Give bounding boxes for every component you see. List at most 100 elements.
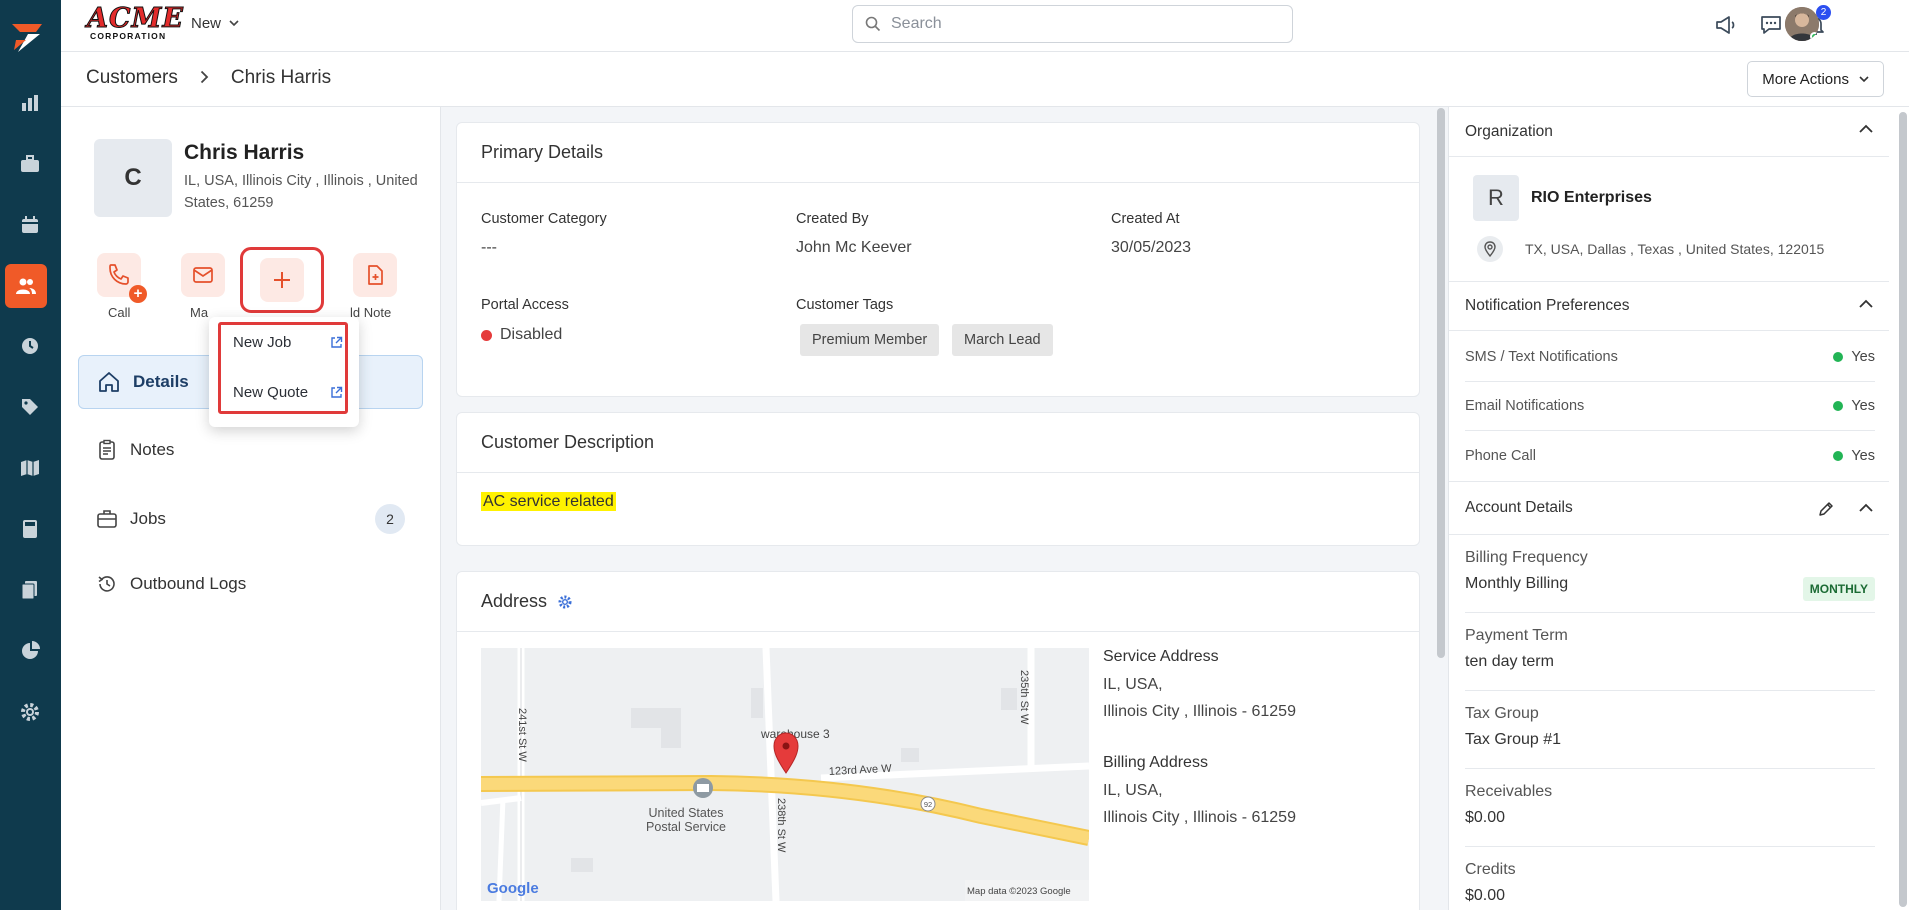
chat-icon[interactable]	[1757, 11, 1785, 39]
sms-notifications-status: Yes	[1833, 349, 1875, 365]
mail-label: Ma	[190, 305, 209, 320]
menu-item-new-job[interactable]: New Job	[233, 334, 343, 351]
customer-address: IL, USA, Illinois City , Illinois , Unit…	[184, 173, 418, 211]
billing-address-label: Billing Address	[1103, 754, 1208, 771]
nav-outbound-logs[interactable]: Outbound Logs	[78, 557, 423, 611]
call-label: Call	[108, 305, 131, 320]
right-panel-scrollbar[interactable]	[1899, 112, 1907, 907]
search-box[interactable]	[852, 5, 1293, 43]
customers-icon[interactable]	[5, 264, 47, 308]
portal-access-status: Disabled	[481, 326, 562, 344]
service-address-line2: Illinois City , Illinois - 61259	[1103, 703, 1296, 720]
add-new-button[interactable]	[240, 247, 324, 313]
status-dot-icon	[1833, 352, 1844, 362]
home-icon	[99, 372, 119, 392]
gear-icon[interactable]	[557, 594, 573, 610]
tax-group-label: Tax Group	[1465, 705, 1539, 722]
chevron-down-icon	[1859, 75, 1869, 82]
menu-item-new-quote[interactable]: New Quote	[233, 384, 343, 401]
plus-icon	[274, 272, 290, 288]
chevron-right-icon	[200, 68, 209, 89]
pencil-icon[interactable]	[1818, 501, 1834, 517]
settings-icon[interactable]	[11, 693, 49, 731]
left-rail	[0, 0, 61, 910]
megaphone-icon[interactable]	[1712, 11, 1740, 39]
add-new-menu: New Job New Quote	[209, 317, 359, 427]
documents-icon[interactable]	[11, 571, 49, 609]
brand-logo[interactable]: ACME CORPORATION	[87, 4, 184, 41]
tag-premium-member: Premium Member	[800, 324, 940, 356]
payment-term-block: Payment Term ten day term	[1465, 613, 1875, 691]
mail-button[interactable]	[181, 253, 225, 297]
chevron-up-icon[interactable]	[1859, 299, 1873, 308]
organization-header[interactable]: Organization	[1449, 107, 1889, 157]
credits-block: Credits $0.00	[1465, 847, 1875, 910]
jobs-count-badge: 2	[375, 504, 405, 534]
receivables-block: Receivables $0.00	[1465, 769, 1875, 847]
new-dropdown-label: New	[191, 15, 222, 32]
clipboard-icon	[99, 439, 115, 460]
right-panel: Organization R RIO Enterprises TX, USA, …	[1448, 107, 1909, 910]
external-link-icon	[331, 386, 343, 398]
customer-description-highlight: AC service related	[481, 492, 616, 511]
status-dot-icon	[1833, 401, 1844, 411]
more-actions-label: More Actions	[1762, 70, 1849, 88]
pie-chart-icon[interactable]	[11, 632, 49, 670]
google-logo: Google	[487, 880, 539, 897]
map-icon[interactable]	[11, 449, 49, 487]
breadcrumb-customers[interactable]: Customers	[86, 67, 178, 89]
call-button[interactable]: +	[97, 253, 147, 303]
notification-preferences-header[interactable]: Notification Preferences	[1449, 281, 1889, 331]
service-address-label: Service Address	[1103, 648, 1219, 665]
calendar-icon[interactable]	[11, 206, 49, 244]
plus-badge-icon: +	[129, 285, 147, 303]
account-details-title: Account Details	[1465, 499, 1573, 516]
email-notifications-value: Yes	[1851, 398, 1875, 414]
search-input[interactable]	[891, 15, 1271, 33]
customer-description-text: AC service related	[481, 492, 616, 511]
account-details-header[interactable]: Account Details	[1449, 481, 1889, 535]
note-add-icon	[368, 265, 383, 285]
online-status-dot	[1810, 32, 1819, 41]
breadcrumb: Customers Chris Harris	[86, 67, 331, 89]
calculator-icon[interactable]	[11, 510, 49, 548]
map-label-usps-2: Postal Service	[646, 820, 726, 834]
receivables-value: $0.00	[1465, 809, 1506, 826]
chevron-down-icon	[229, 20, 239, 27]
mail-icon	[193, 267, 213, 283]
customer-name: Chris Harris	[184, 141, 305, 164]
nav-notes-label: Notes	[130, 440, 175, 459]
content-scrollbar[interactable]	[1437, 108, 1445, 658]
notification-row-sms: SMS / Text Notifications Yes	[1465, 333, 1875, 382]
sms-notifications-label: SMS / Text Notifications	[1465, 349, 1618, 365]
customer-avatar: C	[94, 139, 172, 217]
payment-term-label: Payment Term	[1465, 627, 1568, 644]
map-label-235th: 235th St W	[1018, 670, 1030, 725]
chevron-up-icon[interactable]	[1859, 124, 1873, 133]
credits-value: $0.00	[1465, 887, 1506, 904]
briefcase-icon[interactable]	[11, 145, 49, 183]
reports-icon[interactable]	[11, 84, 49, 122]
menu-item-new-quote-label: New Quote	[233, 384, 309, 401]
organization-title: Organization	[1465, 122, 1553, 140]
clock-icon[interactable]	[11, 327, 49, 365]
created-at-label: Created At	[1111, 211, 1180, 227]
add-note-button[interactable]	[353, 253, 397, 297]
new-dropdown[interactable]: New	[191, 15, 239, 32]
status-dot-icon	[1833, 450, 1844, 461]
user-avatar[interactable]	[1785, 7, 1819, 41]
route-92-label: 92	[924, 800, 932, 809]
map-attribution: Map data ©2023 Google	[967, 886, 1071, 897]
briefcase-icon	[97, 510, 117, 528]
nav-notes[interactable]: Notes	[78, 423, 423, 477]
logo-icon[interactable]	[6, 14, 50, 58]
more-actions-button[interactable]: More Actions	[1747, 61, 1884, 97]
address-map[interactable]: 92 warehouse 3 123rd Ave W United States…	[481, 648, 1089, 901]
tag-icon[interactable]	[11, 388, 49, 426]
billing-frequency-label: Billing Frequency	[1465, 549, 1588, 566]
customer-category-label: Customer Category	[481, 211, 607, 227]
organization-name[interactable]: RIO Enterprises	[1531, 189, 1652, 207]
phone-call-label: Phone Call	[1465, 447, 1536, 464]
nav-jobs[interactable]: Jobs 2	[78, 492, 423, 546]
chevron-up-icon[interactable]	[1859, 503, 1873, 512]
